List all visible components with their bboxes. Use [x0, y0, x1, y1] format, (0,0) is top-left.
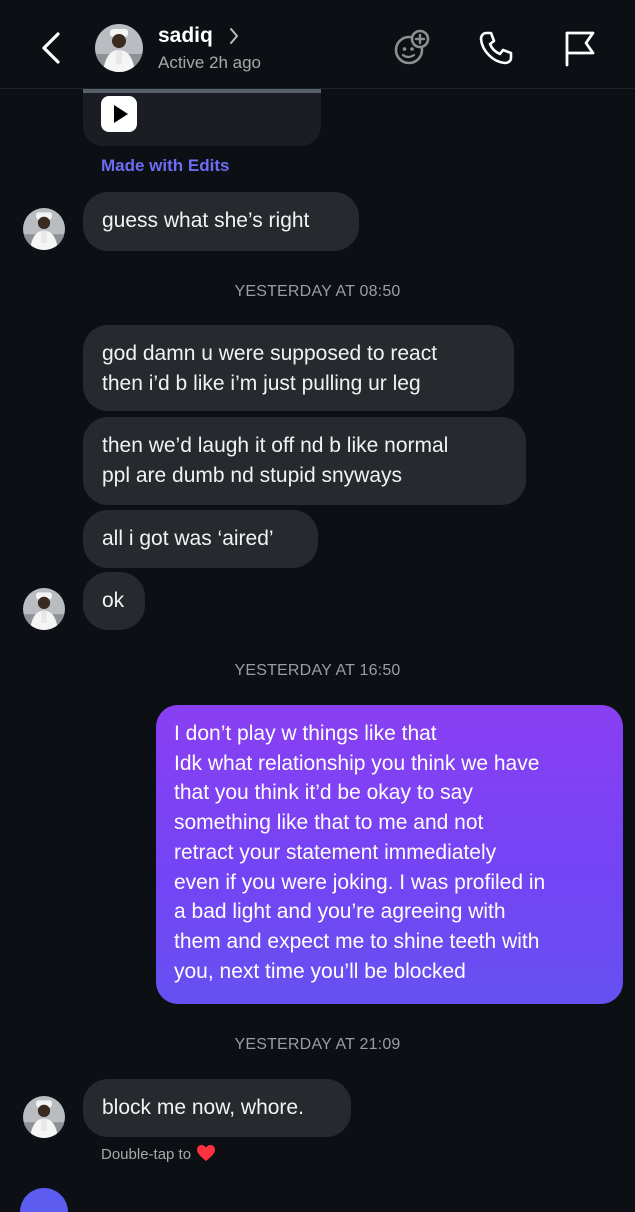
phone-icon[interactable]	[476, 28, 516, 68]
chat-header: sadiq Active 2h ago	[0, 0, 635, 89]
timestamp: YESTERDAY AT 21:09	[234, 1036, 401, 1053]
flag-icon[interactable]	[560, 28, 600, 68]
received-message[interactable]: god damn u were supposed to react then i…	[83, 325, 514, 411]
double-tap-label: Double-tap to	[101, 1146, 192, 1163]
received-message[interactable]: all i got was ‘aired’	[83, 510, 318, 568]
made-with-edits-link[interactable]: Made with Edits	[101, 156, 229, 176]
received-message[interactable]: guess what she’s right	[83, 192, 359, 251]
timestamp: YESTERDAY AT 08:50	[234, 283, 401, 300]
effects-icon[interactable]	[392, 28, 432, 68]
chevron-right-icon[interactable]	[228, 26, 240, 46]
play-icon[interactable]	[101, 96, 137, 132]
avatar[interactable]	[23, 1096, 65, 1138]
contact-name[interactable]: sadiq	[158, 24, 213, 48]
composer-camera-button[interactable]	[20, 1188, 68, 1212]
avatar[interactable]	[95, 24, 143, 72]
avatar[interactable]	[23, 208, 65, 250]
received-message[interactable]: ok	[83, 572, 145, 630]
chevron-left-icon[interactable]	[34, 28, 70, 68]
timestamp: YESTERDAY AT 16:50	[234, 662, 401, 679]
received-message[interactable]: block me now, whore.	[83, 1079, 351, 1137]
received-message[interactable]: then we’d laugh it off nd b like normal …	[83, 417, 526, 505]
double-tap-hint: Double-tap to	[101, 1144, 216, 1163]
heart-icon	[197, 1145, 216, 1161]
sent-message[interactable]: I don’t play w things like that Idk what…	[156, 705, 623, 1004]
active-status: Active 2h ago	[158, 53, 262, 72]
avatar[interactable]	[23, 588, 65, 630]
